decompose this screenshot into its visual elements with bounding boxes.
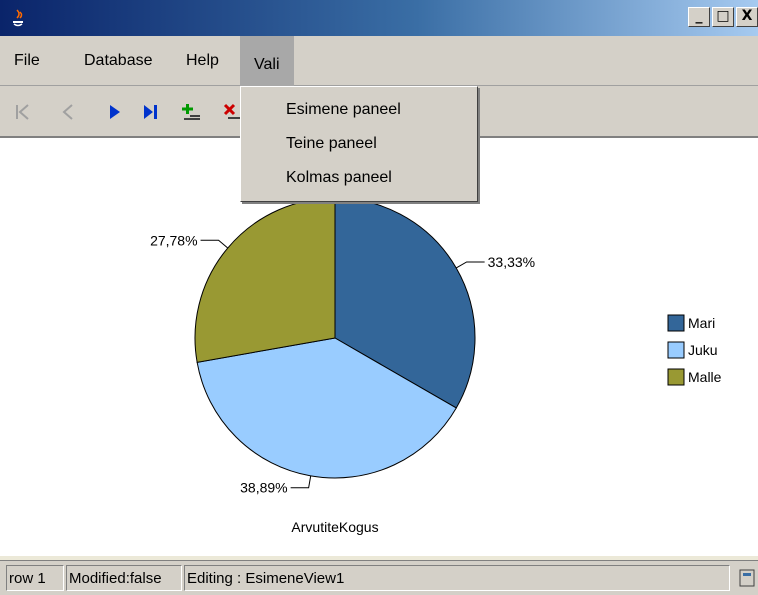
slice-label-juku: 38,89% <box>240 480 287 496</box>
next-icon[interactable] <box>104 102 126 122</box>
chart-title: ArvutiteKogus <box>291 519 378 535</box>
menu-item-teine-paneel[interactable]: Teine paneel <box>286 135 377 153</box>
menu-database[interactable]: Database <box>84 52 153 70</box>
title-bar: _ □ X <box>0 0 758 36</box>
previous-icon[interactable] <box>58 102 80 122</box>
minimize-button[interactable]: _ <box>688 7 710 27</box>
leader-line-juku <box>290 475 312 489</box>
slice-label-mari: 33,33% <box>488 254 535 270</box>
legend-swatch-mari <box>667 314 685 332</box>
first-icon[interactable] <box>12 102 34 122</box>
legend-label-mari: Mari <box>688 315 715 331</box>
close-button[interactable]: X <box>736 7 758 27</box>
status-editing: Editing : EsimeneView1 <box>184 565 730 591</box>
menu-file[interactable]: File <box>14 52 40 70</box>
menu-bar: File Database Help Vali <box>0 36 758 86</box>
legend-swatch-malle <box>667 368 685 386</box>
vali-dropdown-menu: Esimene paneel Teine paneel Kolmas panee… <box>240 86 478 202</box>
menu-item-kolmas-paneel[interactable]: Kolmas paneel <box>286 169 392 187</box>
leader-line-mari <box>455 261 485 269</box>
add-record-icon[interactable] <box>180 102 202 122</box>
legend-label-juku: Juku <box>688 342 718 358</box>
pie-slice-malle <box>194 197 336 363</box>
menu-vali[interactable]: Vali <box>240 36 294 86</box>
slice-label-malle: 27,78% <box>150 232 197 248</box>
status-bar: row 1 Modified:false Editing : EsimeneVi… <box>0 560 758 595</box>
menu-item-esimene-paneel[interactable]: Esimene paneel <box>286 101 401 119</box>
legend-label-malle: Malle <box>688 369 722 385</box>
status-modified: Modified:false <box>66 565 182 591</box>
menu-help[interactable]: Help <box>186 52 219 70</box>
maximize-button[interactable]: □ <box>712 7 734 27</box>
java-app-icon <box>13 9 23 27</box>
legend-swatch-juku <box>667 341 685 359</box>
status-row: row 1 <box>6 565 64 591</box>
resize-grip-icon[interactable] <box>738 567 758 589</box>
leader-line-malle <box>200 239 229 249</box>
last-icon[interactable] <box>140 102 162 122</box>
